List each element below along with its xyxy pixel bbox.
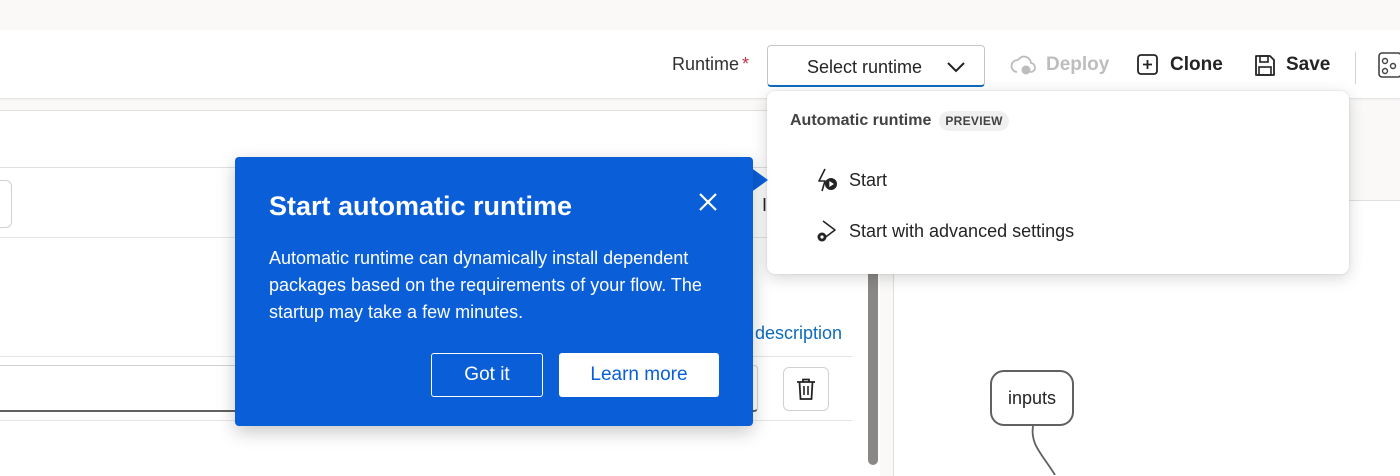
cloud-deploy-icon <box>1010 55 1036 75</box>
nodes-icon <box>1378 52 1400 78</box>
save-label: Save <box>1286 54 1331 75</box>
graph-edge <box>1031 425 1056 475</box>
teaching-bubble: Start automatic runtime Automatic runtim… <box>235 157 753 426</box>
close-icon[interactable] <box>695 189 721 215</box>
menu-item-label: Start with advanced settings <box>849 220 1075 241</box>
deploy-button[interactable]: Deploy <box>1010 50 1109 80</box>
save-icon <box>1255 54 1275 76</box>
deploy-label: Deploy <box>1046 54 1110 75</box>
collapsed-field[interactable] <box>0 180 12 228</box>
learn-more-button[interactable]: Learn more <box>559 353 719 397</box>
toolbar-divider <box>1355 52 1356 84</box>
runtime-dropdown-menu: Automatic runtime PREVIEW Start Start wi… <box>767 91 1349 274</box>
graph-node-inputs[interactable]: inputs <box>990 370 1074 426</box>
got-it-button[interactable]: Got it <box>431 353 543 397</box>
preview-badge: PREVIEW <box>939 111 1009 131</box>
menu-item-start-advanced[interactable]: Start with advanced settings <box>815 216 1074 246</box>
runtime-settings-icon <box>817 220 836 242</box>
save-button[interactable]: Save <box>1253 50 1330 80</box>
runtime-select[interactable]: Select runtime <box>767 45 985 87</box>
runtime-label: Runtime * <box>672 54 750 74</box>
menu-item-label: Start <box>849 169 888 190</box>
delete-button[interactable] <box>783 367 829 411</box>
graph-node-label: inputs <box>1007 388 1057 408</box>
menu-group-header: Automatic runtime PREVIEW <box>790 111 1009 131</box>
clone-button[interactable]: Clone <box>1136 50 1223 80</box>
required-mark: * <box>742 54 750 74</box>
clone-label: Clone <box>1170 54 1223 75</box>
menu-group-label: Automatic runtime <box>790 112 932 129</box>
runtime-select-value: Select runtime <box>807 57 923 77</box>
graph-view-button[interactable] <box>1378 52 1400 83</box>
menu-item-start[interactable]: Start <box>815 165 887 195</box>
teaching-bubble-title: Start automatic runtime <box>269 191 573 221</box>
trash-icon <box>797 378 815 400</box>
clone-icon <box>1137 54 1158 75</box>
runtime-start-icon <box>818 168 837 192</box>
chevron-down-icon <box>947 62 965 73</box>
description-link[interactable]: description <box>755 323 842 344</box>
teaching-bubble-body: Automatic runtime can dynamically instal… <box>269 248 702 322</box>
